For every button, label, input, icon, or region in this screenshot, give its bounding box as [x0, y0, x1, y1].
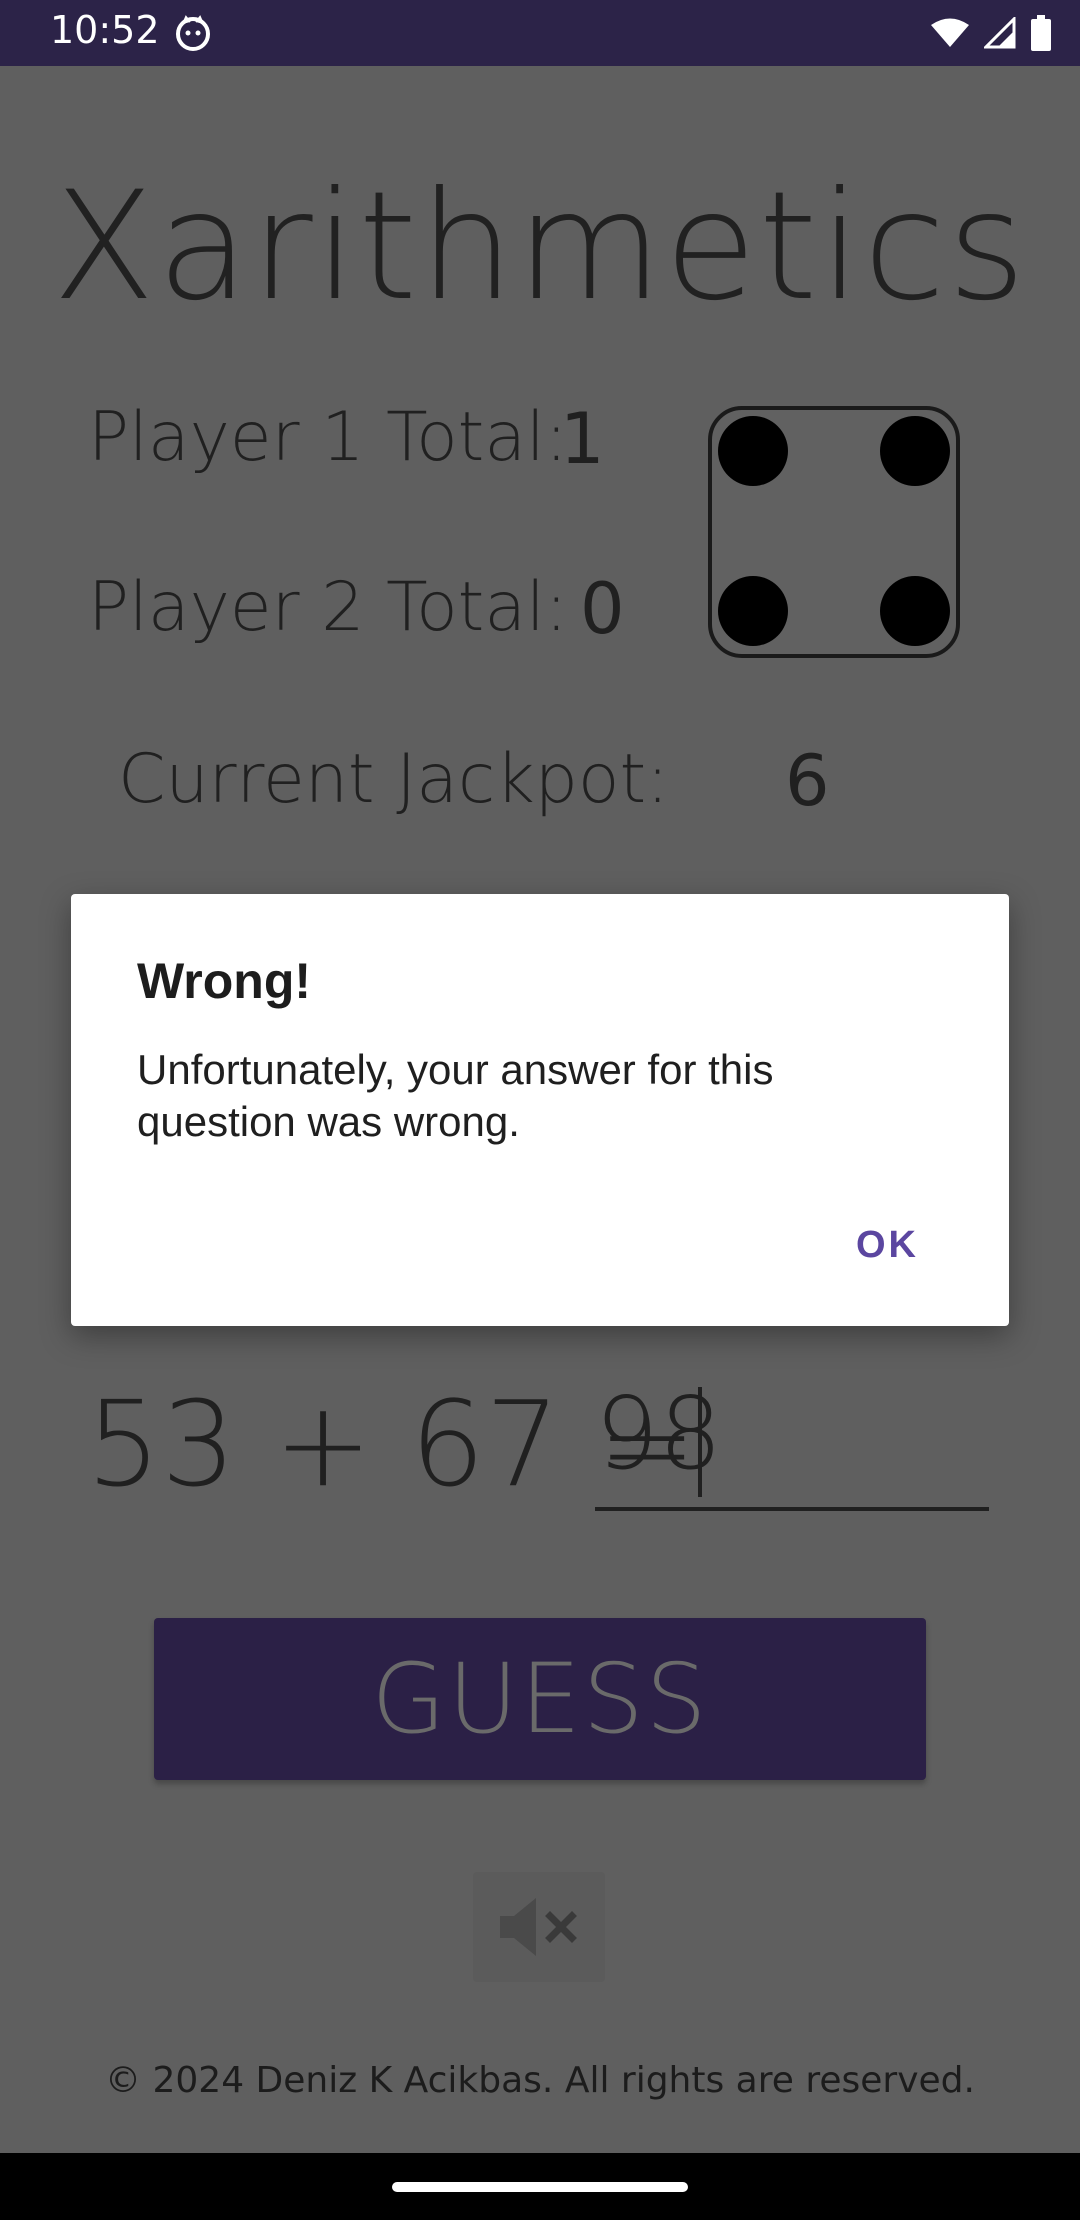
die-pip: [718, 416, 788, 486]
battery-icon: [1031, 15, 1051, 51]
dialog-ok-button[interactable]: OK: [856, 1224, 919, 1267]
guess-button[interactable]: GUESS: [154, 1618, 926, 1780]
die: [708, 406, 960, 658]
copyright-text: © 2024 Deniz K Acikbas. All rights are r…: [105, 2060, 975, 2101]
die-pip: [718, 576, 788, 646]
player1-total-value: 1: [560, 398, 605, 480]
navigation-bar: [0, 2153, 1080, 2220]
cat-icon: [176, 15, 210, 51]
text-caret: [698, 1387, 702, 1497]
wifi-icon: [931, 18, 969, 47]
dialog-message: Unfortunately, your answer for this ques…: [137, 1046, 774, 1145]
player1-total-label: Player 1 Total:: [88, 398, 568, 477]
answer-input[interactable]: 98: [595, 1375, 989, 1511]
signal-icon: [984, 17, 1016, 49]
status-time: 10:52: [50, 8, 160, 52]
wrong-answer-dialog: Wrong! Unfortunately, your answer for th…: [71, 894, 1009, 1326]
die-pip: [880, 416, 950, 486]
app-title: Xarithmetics: [52, 160, 1028, 334]
answer-value: 98: [595, 1375, 723, 1492]
status-bar: 10:52: [0, 0, 1080, 66]
mute-button[interactable]: [473, 1872, 605, 1982]
player2-total-value: 0: [580, 568, 625, 650]
die-pip: [880, 576, 950, 646]
volume-muted-icon: [500, 1898, 577, 1956]
jackpot-value: 6: [785, 740, 830, 822]
dialog-title: Wrong!: [137, 953, 312, 1009]
player2-total-label: Player 2 Total:: [88, 568, 568, 647]
home-handle[interactable]: [392, 2182, 688, 2192]
jackpot-label: Current Jackpot:: [118, 740, 670, 819]
